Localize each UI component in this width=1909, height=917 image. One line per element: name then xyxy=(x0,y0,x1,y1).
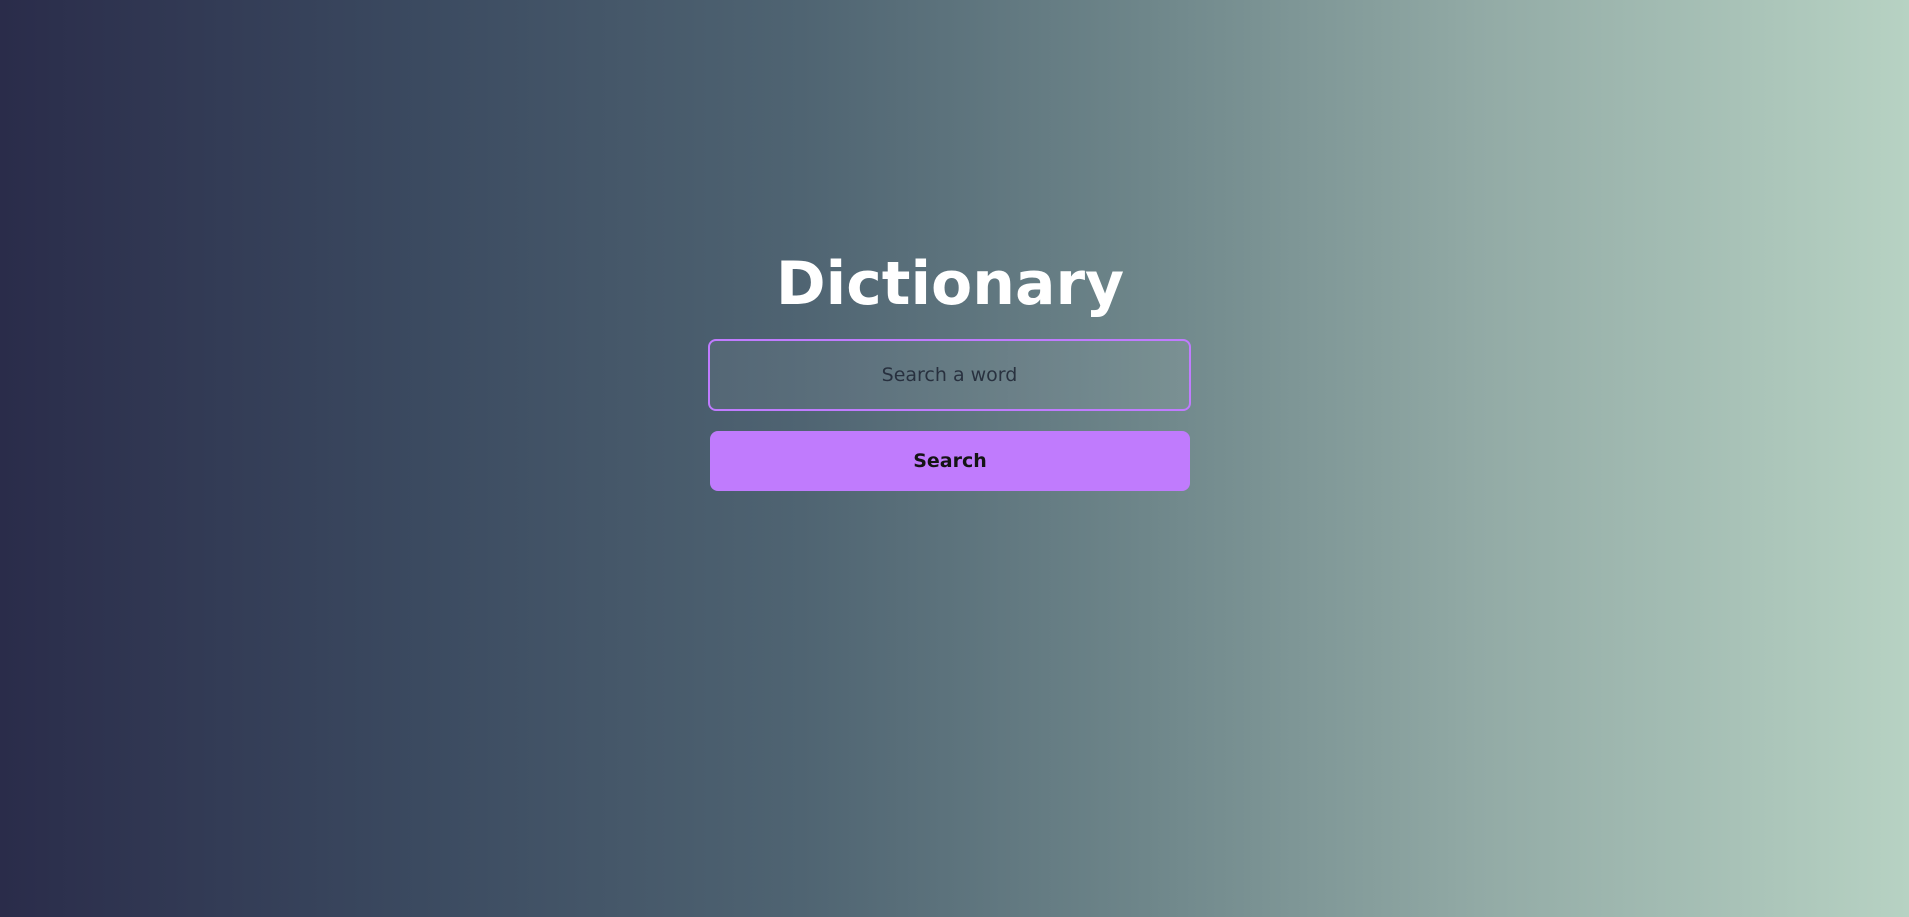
page-title: Dictionary xyxy=(775,249,1125,319)
search-button[interactable]: Search xyxy=(710,431,1190,491)
search-input[interactable] xyxy=(708,339,1191,411)
dictionary-app: Dictionary Search xyxy=(0,0,1909,917)
